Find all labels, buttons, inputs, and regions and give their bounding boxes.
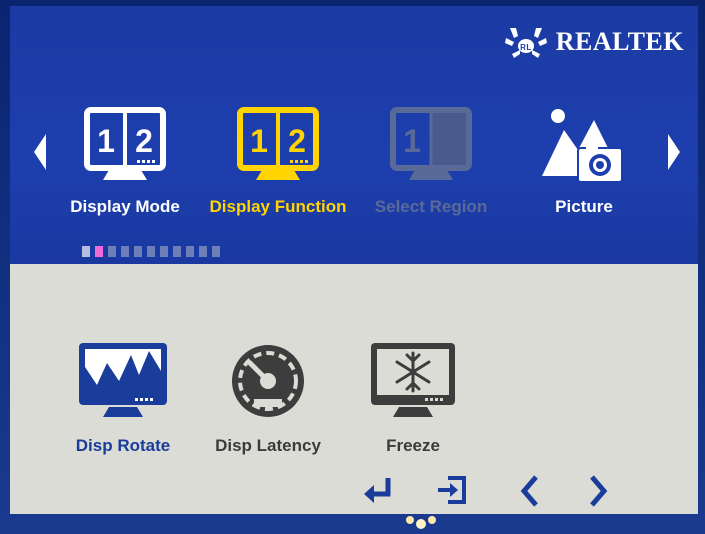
menu-item-label: Display Mode	[70, 197, 180, 216]
page-dot	[134, 246, 142, 257]
monitor-1-2-icon: 1 2	[84, 107, 166, 180]
svg-text:1: 1	[250, 123, 268, 159]
top-menu-panel: RL REALTEK 1 2 Display Mode 1 2 Display …	[10, 6, 698, 264]
svg-text:2: 2	[135, 123, 153, 159]
osd-window: RL REALTEK 1 2 Display Mode 1 2 Display …	[10, 6, 698, 514]
page-dot	[199, 246, 207, 257]
menu-item-label: Display Function	[209, 197, 347, 216]
enter-arrow-icon[interactable]	[362, 476, 394, 506]
page-indicator	[82, 246, 220, 257]
page-dot	[173, 246, 181, 257]
menu-item-picture[interactable]: Picture	[509, 106, 659, 217]
sub-item-disp-latency[interactable]: Disp Latency	[203, 341, 333, 456]
menu-item-display-mode[interactable]: 1 2 Display Mode	[50, 106, 200, 217]
scroll-right-icon[interactable]	[666, 134, 680, 170]
menu-item-label: Select Region	[374, 197, 488, 216]
sub-item-disp-rotate[interactable]: Disp Rotate	[58, 341, 188, 456]
svg-text:1: 1	[403, 123, 421, 159]
brand-logo: RL REALTEK	[504, 24, 684, 60]
sub-item-freeze[interactable]: Freeze	[348, 341, 478, 456]
chevron-right-icon[interactable]	[588, 474, 608, 508]
chart-monitor-icon	[79, 343, 167, 417]
svg-text:2: 2	[288, 123, 306, 159]
page-dot	[186, 246, 194, 257]
monitor-1-2-icon: 1 2	[237, 107, 319, 180]
power-led-icon	[406, 516, 436, 529]
svg-text:1: 1	[97, 123, 115, 159]
menu-item-display-function[interactable]: 1 2 Display Function	[203, 106, 353, 217]
menu-item-label: Picture	[555, 197, 613, 216]
page-dot	[147, 246, 155, 257]
brand-name: REALTEK	[555, 27, 684, 56]
snowflake-monitor-icon	[371, 343, 455, 417]
page-dot	[160, 246, 168, 257]
page-dot	[121, 246, 129, 257]
sub-item-label: Disp Latency	[215, 436, 321, 455]
page-dot-active	[95, 246, 103, 257]
svg-text:RL: RL	[520, 43, 532, 52]
chevron-left-icon[interactable]	[520, 474, 540, 508]
scroll-left-icon[interactable]	[34, 134, 48, 170]
osd-frame: RL REALTEK 1 2 Display Mode 1 2 Display …	[0, 0, 705, 534]
menu-item-select-region[interactable]: 1 Select Region	[356, 106, 506, 217]
picture-icon	[542, 109, 623, 183]
exit-icon[interactable]	[436, 474, 468, 506]
realtek-crab-icon: RL	[504, 28, 547, 58]
monitor-split-icon: 1	[390, 107, 472, 180]
page-dot	[108, 246, 116, 257]
sub-item-label: Freeze	[386, 436, 440, 455]
gauge-icon	[232, 345, 304, 417]
page-dot	[82, 246, 90, 257]
page-dot	[212, 246, 220, 257]
sub-item-label: Disp Rotate	[75, 436, 171, 455]
